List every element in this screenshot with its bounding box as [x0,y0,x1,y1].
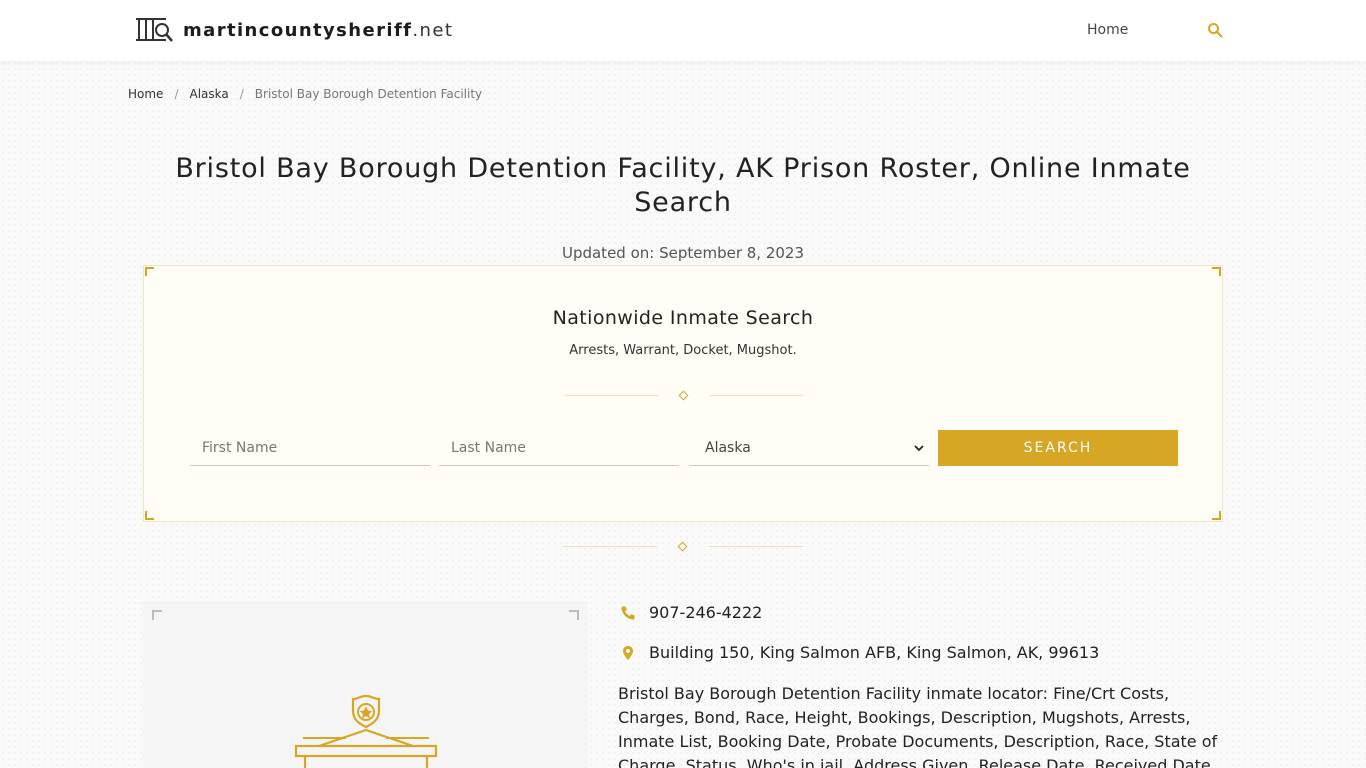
state-select-value: Alaska [705,439,751,456]
breadcrumb: Home / Alaska / Bristol Bay Borough Dete… [128,87,482,101]
site-logo[interactable]: martincountysheriff.net [135,16,453,44]
map-pin-icon [623,645,633,660]
breadcrumb-separator: / [174,87,179,101]
search-button[interactable]: SEARCH [938,430,1178,466]
first-name-input[interactable] [190,430,430,466]
phone-icon [621,606,635,620]
chevron-down-icon [914,444,924,451]
corner-decoration [1212,267,1221,276]
facility-phone: 907-246-4222 [620,603,762,622]
ornament-divider [563,541,803,553]
jail-bars-search-icon [136,18,173,42]
logo-tld: .net [412,19,454,41]
last-name-input[interactable] [439,430,679,466]
address-text: Building 150, King Salmon AFB, King Salm… [649,643,1100,662]
state-select[interactable]: Alaska [689,430,929,466]
logo-name: martincountysheriff [183,19,413,41]
breadcrumb-separator: / [239,87,244,101]
facility-description: Bristol Bay Borough Detention Facility i… [618,684,1218,768]
breadcrumb-state[interactable]: Alaska [189,87,228,101]
building-badge-icon [294,694,438,768]
facility-address: Building 150, King Salmon AFB, King Salm… [620,643,1099,662]
updated-date: Updated on: September 8, 2023 [561,244,805,262]
corner-decoration [145,267,154,276]
facility-image-placeholder [143,601,588,768]
corner-decoration [145,511,154,520]
ornament-divider [564,390,804,402]
search-icon[interactable] [1207,22,1223,38]
inmate-search-box: Nationwide Inmate Search Arrests, Warran… [143,265,1223,522]
nav-home-link[interactable]: Home [1087,22,1128,38]
corner-decoration [1212,511,1221,520]
top-navbar: martincountysheriff.net Home [0,0,1366,61]
page-title: Bristol Bay Borough Detention Facility, … [175,153,1191,218]
corner-decoration [152,610,162,620]
breadcrumb-home[interactable]: Home [128,87,163,101]
breadcrumb-current: Bristol Bay Borough Detention Facility [254,87,483,101]
search-box-subtitle: Arrests, Warrant, Docket, Mugshot. [569,343,797,358]
search-box-title: Nationwide Inmate Search [552,307,814,329]
corner-decoration [569,610,579,620]
phone-number[interactable]: 907-246-4222 [649,603,762,622]
